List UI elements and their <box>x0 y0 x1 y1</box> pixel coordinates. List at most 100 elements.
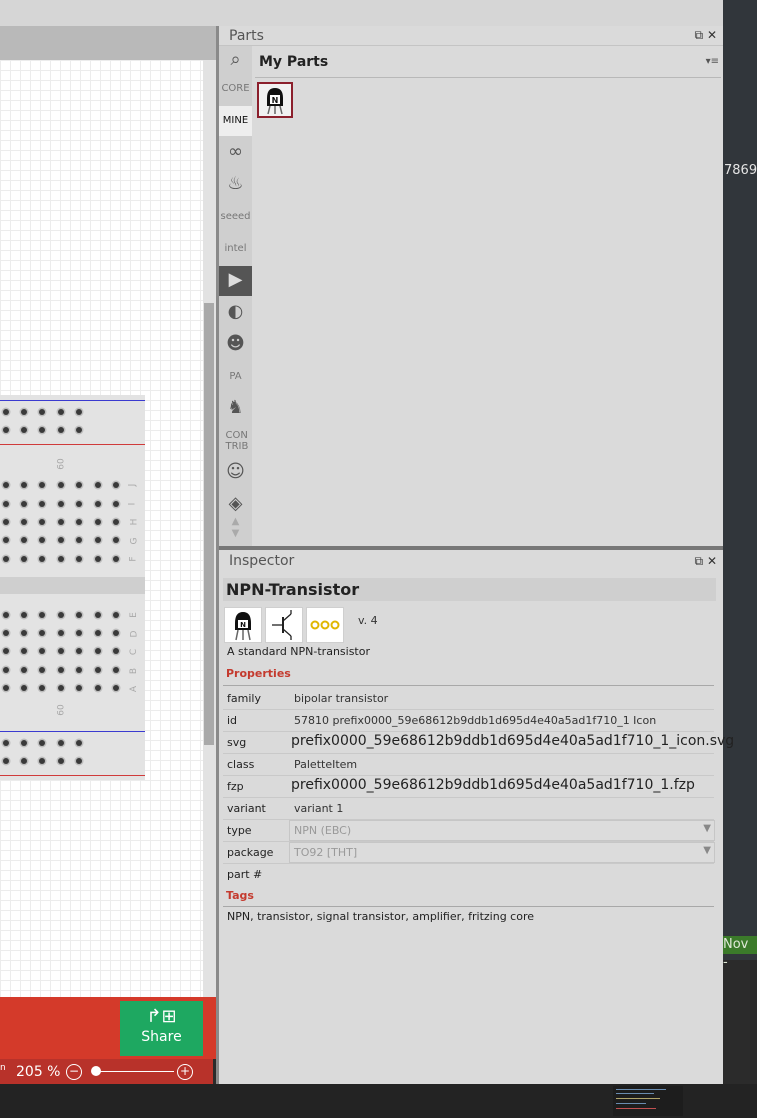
package-select[interactable]: TO92 [THT] ▼ <box>289 842 715 863</box>
breadboard-hole[interactable] <box>21 758 27 764</box>
breadboard-hole[interactable] <box>76 648 82 654</box>
bin-contrib[interactable]: CON TRIB <box>219 426 252 456</box>
breadboard-hole[interactable] <box>113 667 119 673</box>
bin-bot[interactable]: ☺ <box>219 458 252 488</box>
breadboard-hole[interactable] <box>39 667 45 673</box>
breadboard-hole[interactable] <box>76 685 82 691</box>
window-thumbnail[interactable] <box>613 1086 683 1116</box>
breadboard-hole[interactable] <box>3 482 9 488</box>
breadboard-hole[interactable] <box>39 409 45 415</box>
bin-animal[interactable]: ☻ <box>219 330 252 360</box>
bin-seeed[interactable]: seeed <box>219 202 252 232</box>
breadboard-hole[interactable] <box>3 409 9 415</box>
close-icon[interactable]: ✕ <box>707 28 717 42</box>
breadboard-hole[interactable] <box>21 519 27 525</box>
share-button[interactable]: ↱⊞ Share <box>120 1001 203 1056</box>
bin-pa[interactable]: PA <box>219 362 252 392</box>
breadboard-hole[interactable] <box>76 667 82 673</box>
breadboard-view-image[interactable]: N <box>224 607 262 643</box>
breadboard-hole[interactable] <box>3 740 9 746</box>
zoom-in-icon[interactable]: + <box>177 1064 193 1080</box>
breadboard-hole[interactable] <box>113 519 119 525</box>
breadboard-hole[interactable] <box>113 537 119 543</box>
breadboard-hole[interactable] <box>58 630 64 636</box>
breadboard-hole[interactable] <box>39 556 45 562</box>
breadboard-hole[interactable] <box>58 501 64 507</box>
panel-window-buttons[interactable]: ⧉ ✕ <box>695 28 717 43</box>
breadboard-hole[interactable] <box>58 537 64 543</box>
breadboard-hole[interactable] <box>76 409 82 415</box>
breadboard-hole[interactable] <box>76 427 82 433</box>
breadboard-hole[interactable] <box>3 630 9 636</box>
breadboard-hole[interactable] <box>58 409 64 415</box>
breadboard-hole[interactable] <box>39 482 45 488</box>
breadboard-hole[interactable] <box>3 537 9 543</box>
schematic-view-image[interactable] <box>265 607 303 643</box>
breadboard-hole[interactable] <box>113 630 119 636</box>
bin-intel[interactable]: intel <box>219 234 252 264</box>
breadboard-hole[interactable] <box>39 685 45 691</box>
scrollbar-thumb[interactable] <box>204 303 214 745</box>
breadboard-hole[interactable] <box>21 482 27 488</box>
breadboard-hole[interactable] <box>39 648 45 654</box>
zoom-slider-track[interactable] <box>92 1071 174 1072</box>
pcb-view-image[interactable] <box>306 607 344 643</box>
breadboard-hole[interactable] <box>95 537 101 543</box>
breadboard-hole[interactable] <box>76 482 82 488</box>
breadboard-hole[interactable] <box>58 427 64 433</box>
breadboard-hole[interactable] <box>95 630 101 636</box>
breadboard-hole[interactable] <box>58 519 64 525</box>
breadboard-hole[interactable] <box>76 740 82 746</box>
breadboard-hole[interactable] <box>21 667 27 673</box>
float-icon[interactable]: ⧉ <box>695 554 704 568</box>
breadboard-hole[interactable] <box>21 501 27 507</box>
breadboard-hole[interactable] <box>95 648 101 654</box>
breadboard-hole[interactable] <box>3 612 9 618</box>
breadboard-hole[interactable] <box>3 519 9 525</box>
breadboard-hole[interactable] <box>3 685 9 691</box>
bin-menu-icon[interactable]: ▾≡ <box>706 56 719 67</box>
breadboard-hole[interactable] <box>21 630 27 636</box>
breadboard-hole[interactable] <box>58 648 64 654</box>
breadboard-hole[interactable] <box>39 537 45 543</box>
breadboard-hole[interactable] <box>3 501 9 507</box>
zoom-out-icon[interactable]: − <box>66 1064 82 1080</box>
breadboard-hole[interactable] <box>39 612 45 618</box>
property-value[interactable]: 57810 prefix0000_59e68612b9ddb1d695d4e40… <box>294 714 656 727</box>
breadboard-hole[interactable] <box>21 740 27 746</box>
breadboard-hole[interactable] <box>21 612 27 618</box>
breadboard-hole[interactable] <box>58 612 64 618</box>
breadboard-hole[interactable] <box>3 427 9 433</box>
breadboard-hole[interactable] <box>76 630 82 636</box>
breadboard-hole[interactable] <box>39 519 45 525</box>
bin-snootlab[interactable]: ◐ <box>219 298 252 328</box>
breadboard-hole[interactable] <box>39 501 45 507</box>
breadboard-hole[interactable] <box>21 556 27 562</box>
breadboard-hole[interactable] <box>58 758 64 764</box>
bin-piano[interactable]: ♞ <box>219 394 252 424</box>
breadboard-hole[interactable] <box>113 556 119 562</box>
breadboard-hole[interactable] <box>58 556 64 562</box>
zoom-slider-handle[interactable] <box>91 1066 102 1076</box>
bin-play[interactable]: ▶ <box>219 266 252 296</box>
breadboard-hole[interactable] <box>21 427 27 433</box>
breadboard-hole[interactable] <box>95 501 101 507</box>
bins-scroll-arrows[interactable]: ▲ ▼ <box>219 516 252 542</box>
breadboard-hole[interactable] <box>39 740 45 746</box>
breadboard-hole[interactable] <box>95 667 101 673</box>
part-title[interactable]: NPN-Transistor <box>223 578 716 601</box>
breadboard-hole[interactable] <box>113 501 119 507</box>
breadboard-hole[interactable] <box>95 482 101 488</box>
bin-mine[interactable]: MINE <box>219 106 252 136</box>
bin-sparkfun[interactable]: ♨ <box>219 170 252 200</box>
breadboard-canvas[interactable]: 60 60 J I H G F E D C B A <box>0 60 203 997</box>
breadboard-hole[interactable] <box>58 667 64 673</box>
property-value[interactable]: prefix0000_59e68612b9ddb1d695d4e40a5ad1f… <box>291 777 695 793</box>
breadboard-hole[interactable] <box>113 685 119 691</box>
property-value[interactable]: bipolar transistor <box>294 692 388 705</box>
breadboard-hole[interactable] <box>76 612 82 618</box>
property-value[interactable]: PaletteItem <box>294 758 357 771</box>
breadboard-hole[interactable] <box>39 758 45 764</box>
tags-list[interactable]: NPN, transistor, signal transistor, ampl… <box>227 910 534 923</box>
breadboard-hole[interactable] <box>76 537 82 543</box>
